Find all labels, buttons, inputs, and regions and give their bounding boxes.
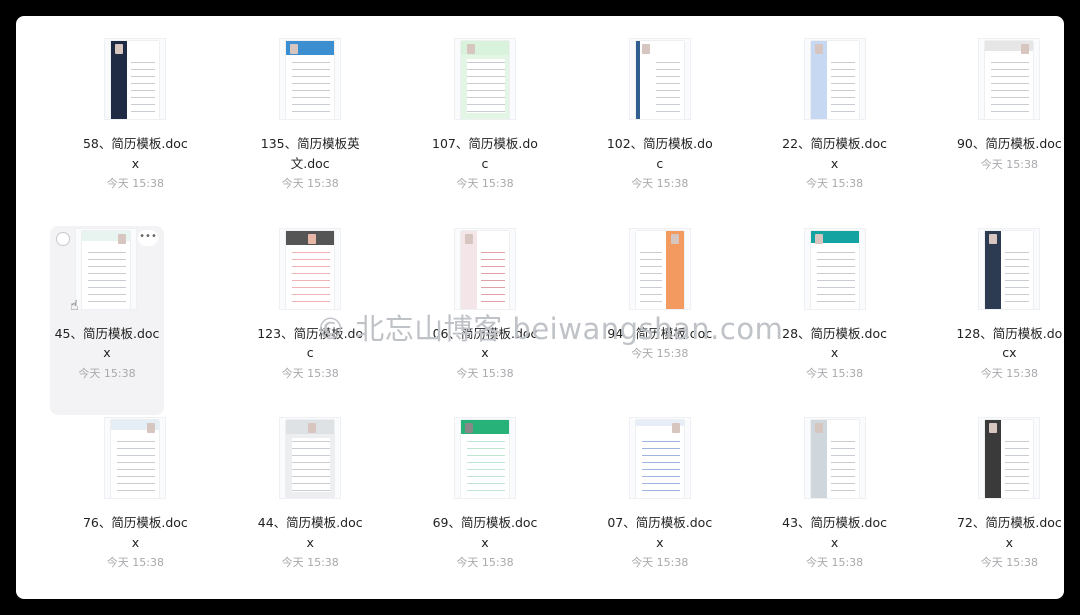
file-date: 今天 15:38: [980, 366, 1038, 380]
file-item[interactable]: 22、简历模板.docx 今天 15:38: [747, 36, 922, 226]
file-item[interactable]: 72、简历模板.docx 今天 15:38: [922, 415, 1064, 599]
document-thumbnail: [453, 227, 516, 310]
document-thumbnail: [978, 38, 1041, 120]
file-date: 今天 15:38: [456, 366, 514, 380]
file-date: 今天 15:38: [106, 177, 164, 190]
file-date: 今天 15:38: [456, 556, 514, 569]
file-name: 28、简历模板.docx: [782, 325, 887, 361]
file-date: 今天 15:38: [805, 177, 864, 190]
file-name: 43、简历模板.docx: [782, 515, 887, 550]
file-item[interactable]: 58、简历模板.docx 今天 15:38: [48, 36, 223, 226]
file-name: 22、简历模板.docx: [782, 136, 887, 171]
document-thumbnail: [104, 38, 167, 120]
file-name: 72、简历模板.docx: [956, 515, 1062, 550]
file-item[interactable]: 135、简历模板英文.doc 今天 15:38: [223, 36, 398, 226]
document-thumbnail: [628, 417, 691, 499]
file-item[interactable]: 128、简历模板.docx 今天 15:38: [922, 226, 1064, 416]
finder-window: 58、简历模板.docx 今天 15:38 135、简历模板英文.doc 今天 …: [16, 16, 1064, 599]
file-item[interactable]: 44、简历模板.docx 今天 15:38: [223, 415, 398, 599]
document-thumbnail: [279, 38, 342, 120]
watermark-text: © 北忘山博客 beiwangshan.com: [316, 312, 784, 346]
file-date: 今天 15:38: [631, 556, 689, 569]
more-options-button[interactable]: •••: [138, 229, 158, 246]
file-date: 今天 15:38: [281, 366, 339, 380]
file-item-selected[interactable]: ••• ☝ 45、简历模板.docx 今天 15:38: [50, 225, 164, 415]
file-item[interactable]: 90、简历模板.doc 今天 15:38: [922, 36, 1064, 226]
hand-cursor-icon: ☝: [70, 297, 79, 314]
file-name: 107、简历模板.doc: [432, 136, 538, 171]
file-date: 今天 15:38: [456, 177, 514, 190]
document-thumbnail: [628, 227, 691, 310]
file-name: 07、简历模板.docx: [607, 515, 713, 550]
file-item[interactable]: 76、简历模板.docx 今天 15:38: [48, 415, 223, 599]
file-name: 58、简历模板.docx: [82, 136, 188, 171]
file-item[interactable]: 69、简历模板.docx 今天 15:38: [398, 415, 573, 599]
document-thumbnail: [628, 38, 691, 120]
file-date: 今天 15:38: [281, 177, 339, 190]
file-name: 45、简历模板.docx: [54, 325, 160, 361]
file-date: 今天 15:38: [805, 556, 864, 569]
document-thumbnail: [978, 417, 1041, 499]
file-item[interactable]: 102、简历模板.doc 今天 15:38: [572, 36, 747, 226]
file-date: 今天 15:38: [980, 556, 1038, 569]
document-thumbnail: [104, 417, 167, 499]
file-name: 128、简历模板.docx: [956, 325, 1063, 361]
document-thumbnail: [453, 38, 516, 120]
file-name: 90、简历模板.doc: [956, 136, 1062, 151]
file-name: 135、简历模板英文.doc: [260, 136, 360, 171]
file-name: 102、简历模板.doc: [606, 136, 713, 171]
file-date: 今天 15:38: [980, 157, 1038, 171]
document-thumbnail: [978, 227, 1041, 310]
file-date: 今天 15:38: [805, 366, 864, 380]
document-thumbnail: [803, 417, 866, 499]
file-date: 今天 15:38: [106, 556, 164, 569]
document-thumbnail: [75, 227, 137, 310]
file-item[interactable]: 43、简历模板.docx 今天 15:38: [747, 415, 922, 599]
document-thumbnail: [803, 38, 866, 120]
file-name: 69、简历模板.docx: [432, 515, 538, 550]
file-item[interactable]: 07、简历模板.docx 今天 15:38: [572, 415, 747, 599]
file-date: 今天 15:38: [281, 556, 339, 569]
document-thumbnail: [453, 417, 516, 499]
document-thumbnail: [803, 227, 866, 310]
file-name: 76、简历模板.docx: [82, 515, 188, 550]
file-name: 44、简历模板.docx: [257, 515, 363, 550]
document-thumbnail: [279, 227, 342, 310]
file-date: 今天 15:38: [631, 177, 689, 190]
file-date: 今天 15:38: [78, 366, 136, 380]
file-item[interactable]: 107、简历模板.doc 今天 15:38: [398, 36, 573, 226]
selection-checkbox[interactable]: [56, 231, 70, 246]
document-thumbnail: [279, 417, 342, 499]
